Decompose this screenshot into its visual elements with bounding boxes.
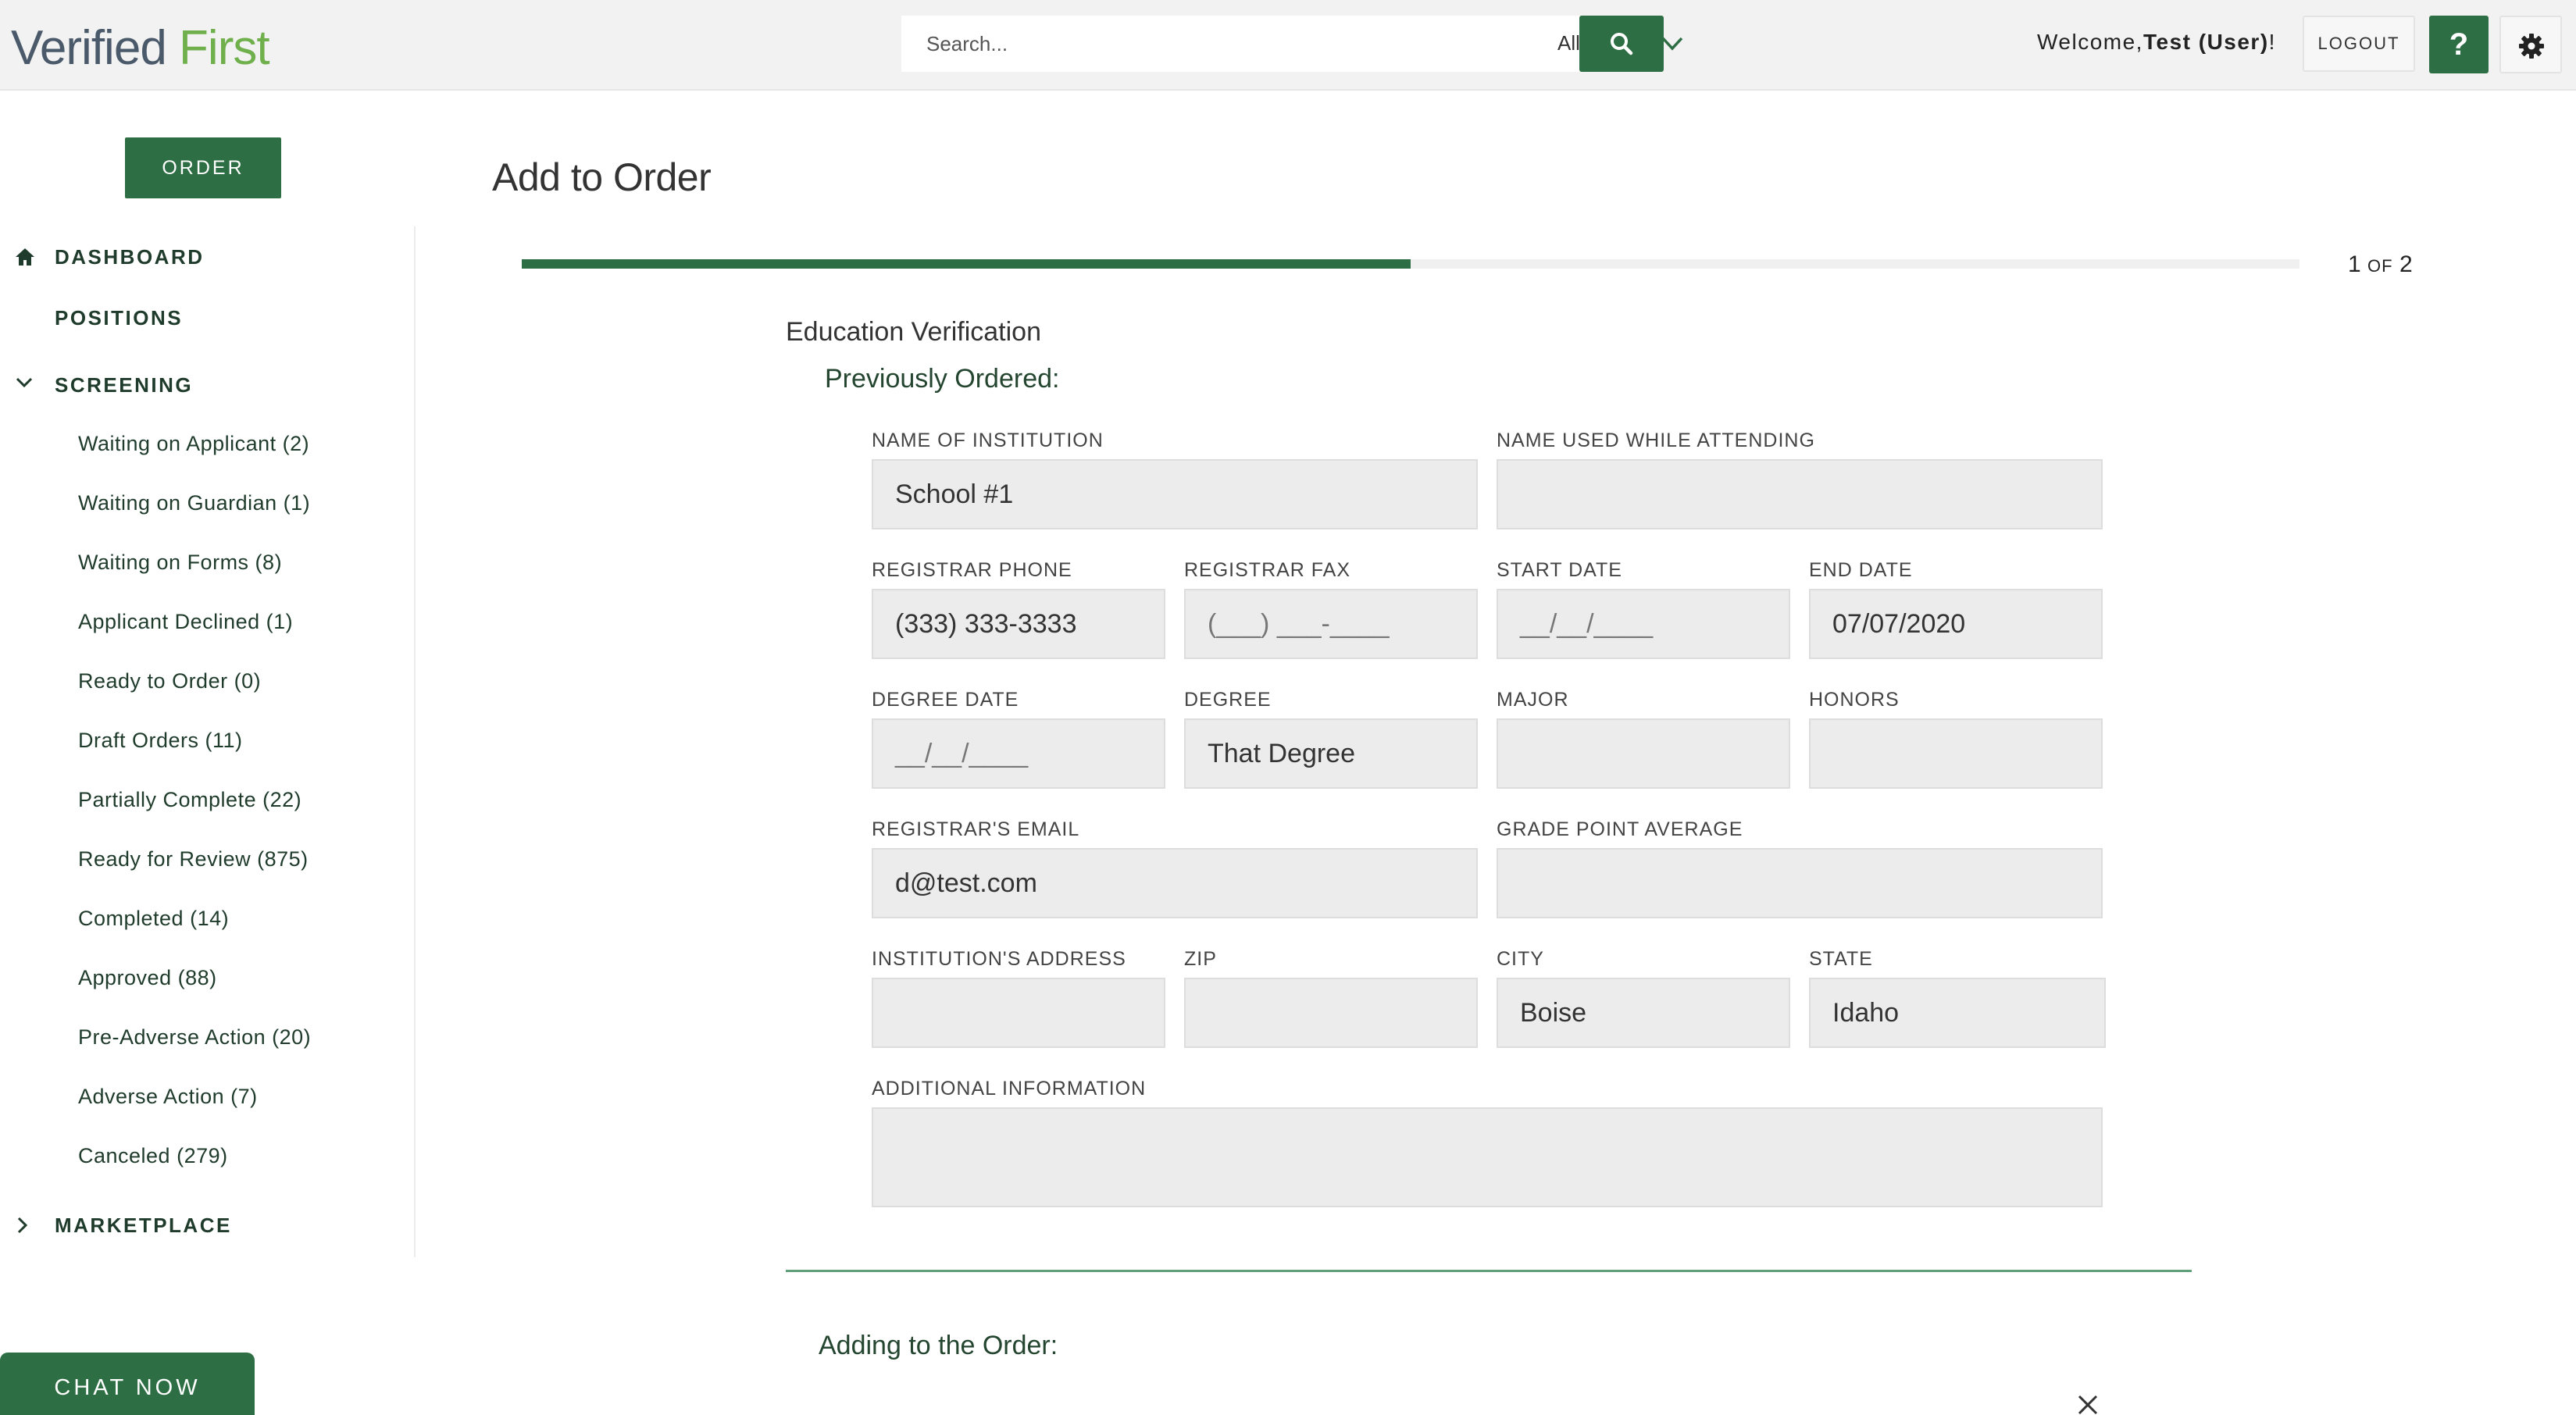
sidebar-item-ready-for-review[interactable]: Ready for Review (875)	[78, 847, 309, 871]
address-field[interactable]	[872, 978, 1165, 1048]
city-field[interactable]: Boise	[1497, 978, 1790, 1048]
step-counter: 1 OF 2	[2348, 251, 2413, 278]
honors-field[interactable]	[1809, 718, 2103, 789]
search-input[interactable]	[901, 16, 1370, 72]
registrar-fax-field[interactable]: (___) ___-____	[1184, 589, 1478, 659]
section-title: Education Verification	[786, 317, 1041, 347]
end-date-field[interactable]: 07/07/2020	[1809, 589, 2103, 659]
institution-name-label: NAME OF INSTITUTION	[872, 429, 1104, 451]
search-button[interactable]	[1579, 16, 1664, 72]
sidebar-item-applicant-declined[interactable]: Applicant Declined (1)	[78, 610, 293, 634]
additional-info-field[interactable]	[872, 1107, 2103, 1207]
sidebar-item-adverse-action[interactable]: Adverse Action (7)	[78, 1085, 258, 1109]
major-field[interactable]	[1497, 718, 1790, 789]
sidebar-item-waiting-on-forms[interactable]: Waiting on Forms (8)	[78, 551, 282, 575]
degree-date-label: DEGREE DATE	[872, 689, 1019, 711]
registrar-phone-label: REGISTRAR PHONE	[872, 559, 1072, 581]
sidebar-item-ready-to-order[interactable]: Ready to Order (0)	[78, 669, 261, 693]
chevron-right-icon	[17, 1217, 28, 1234]
start-date-field[interactable]: __/__/____	[1497, 589, 1790, 659]
adding-to-order-title: Adding to the Order:	[819, 1331, 1058, 1360]
institution-name-field[interactable]: School #1	[872, 459, 1478, 529]
gpa-label: GRADE POINT AVERAGE	[1497, 818, 1743, 840]
nav-dashboard[interactable]: DASHBOARD	[55, 245, 205, 269]
welcome-user: Test (User)	[2143, 30, 2269, 54]
nav-positions[interactable]: POSITIONS	[55, 306, 183, 330]
settings-button[interactable]	[2499, 16, 2562, 73]
search-scope-value: All	[1557, 31, 1580, 55]
additional-info-label: ADDITIONAL INFORMATION	[872, 1078, 1147, 1100]
sidebar-divider	[414, 226, 416, 1257]
sidebar-item-waiting-on-guardian[interactable]: Waiting on Guardian (1)	[78, 491, 310, 515]
section-divider	[786, 1270, 2192, 1272]
end-date-label: END DATE	[1809, 559, 1913, 581]
nav-marketplace[interactable]: MARKETPLACE	[55, 1214, 232, 1238]
sidebar-item-pre-adverse-action[interactable]: Pre-Adverse Action (20)	[78, 1025, 311, 1050]
welcome-suffix: !	[2268, 30, 2276, 54]
step-current: 1	[2348, 251, 2361, 277]
state-label: STATE	[1809, 948, 1873, 970]
registrar-phone-field[interactable]: (333) 333-3333	[872, 589, 1165, 659]
zip-field[interactable]	[1184, 978, 1478, 1048]
logo[interactable]: Verified First	[11, 17, 270, 80]
home-icon	[16, 248, 34, 266]
sidebar-item-canceled[interactable]: Canceled (279)	[78, 1144, 228, 1168]
zip-label: ZIP	[1184, 948, 1217, 970]
sidebar-item-completed[interactable]: Completed (14)	[78, 907, 229, 931]
name-used-field[interactable]	[1497, 459, 2103, 529]
step-total: 2	[2399, 251, 2413, 277]
progress-bar	[522, 259, 2299, 269]
logout-button[interactable]: LOGOUT	[2303, 16, 2415, 72]
chevron-down-icon	[16, 377, 33, 388]
registrar-fax-label: REGISTRAR FAX	[1184, 559, 1351, 581]
name-used-label: NAME USED WHILE ATTENDING	[1497, 429, 1815, 451]
search-box: All	[901, 16, 1683, 72]
state-field[interactable]: Idaho	[1809, 978, 2106, 1048]
close-icon[interactable]	[2076, 1393, 2100, 1415]
major-label: MAJOR	[1497, 689, 1569, 711]
degree-field[interactable]: That Degree	[1184, 718, 1478, 789]
gear-icon	[2519, 34, 2544, 59]
honors-label: HONORS	[1809, 689, 1900, 711]
registrar-email-label: REGISTRAR'S EMAIL	[872, 818, 1080, 840]
sidebar-item-partially-complete[interactable]: Partially Complete (22)	[78, 788, 301, 812]
progress-bar-fill	[522, 259, 1411, 269]
welcome-prefix: Welcome,	[2037, 30, 2143, 54]
sidebar-item-waiting-on-applicant[interactable]: Waiting on Applicant (2)	[78, 432, 309, 456]
welcome-message: Welcome,Test (User)!	[2037, 30, 2276, 55]
degree-label: DEGREE	[1184, 689, 1272, 711]
step-of: OF	[2367, 256, 2393, 276]
chat-now-button[interactable]: CHAT NOW	[0, 1353, 255, 1415]
city-label: CITY	[1497, 948, 1544, 970]
logo-text-first: First	[179, 21, 270, 75]
search-icon	[1611, 33, 1633, 55]
top-bar: Verified First All Welcome,Test (User)! …	[0, 0, 2576, 91]
degree-date-field[interactable]: __/__/____	[872, 718, 1165, 789]
previously-ordered-title: Previously Ordered:	[825, 364, 1060, 394]
order-button[interactable]: ORDER	[125, 137, 281, 198]
logo-text-verified: Verified	[11, 21, 167, 75]
start-date-label: START DATE	[1497, 559, 1622, 581]
nav-screening[interactable]: SCREENING	[55, 373, 193, 397]
address-label: INSTITUTION'S ADDRESS	[872, 948, 1126, 970]
sidebar-item-approved[interactable]: Approved (88)	[78, 966, 217, 990]
sidebar-item-draft-orders[interactable]: Draft Orders (11)	[78, 729, 243, 753]
registrar-email-field[interactable]: d@test.com	[872, 848, 1478, 918]
help-button[interactable]: ?	[2429, 16, 2489, 73]
page-title: Add to Order	[492, 155, 712, 199]
search-scope-select[interactable]: All	[1417, 16, 1683, 72]
gpa-field[interactable]	[1497, 848, 2103, 918]
